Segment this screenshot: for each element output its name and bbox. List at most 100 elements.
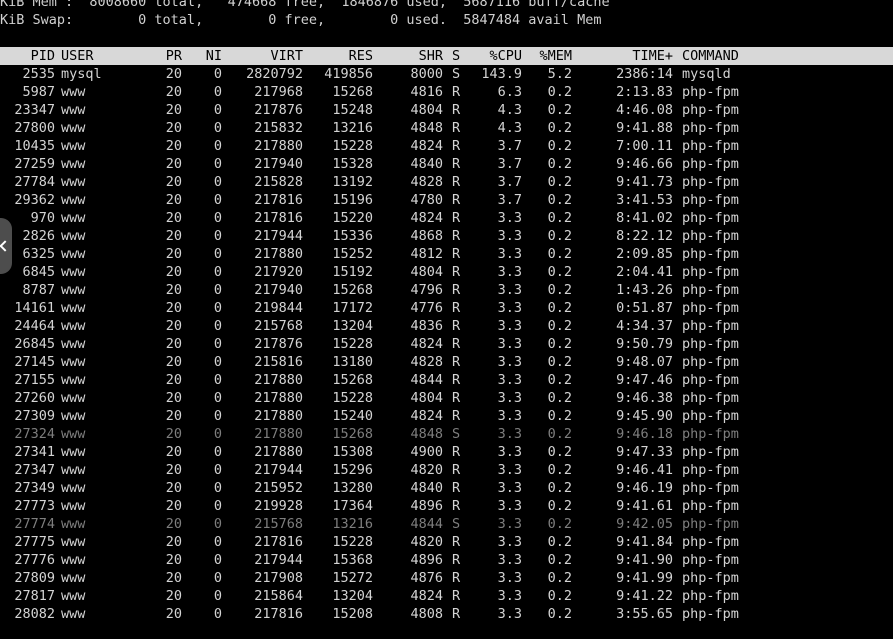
cell-shr: 8000 (410, 66, 443, 82)
cell-command: php-fpm (682, 282, 739, 298)
cell-command: mysqld (682, 66, 731, 82)
cell-cpu: 3.3 (497, 372, 522, 388)
process-row: 23347 www 20 0 217876 15248 4804 R 4.3 0.2 4:46.08… (0, 101, 893, 119)
chevron-left-icon[interactable] (0, 218, 12, 274)
cell-ni: 0 (213, 552, 222, 568)
cell-ni: 0 (213, 228, 222, 244)
cell-time: 9:47.46 (616, 372, 673, 388)
cell-state: R (452, 588, 461, 604)
cell-pr: 20 (165, 228, 182, 244)
cell-pr: 20 (165, 462, 182, 478)
cell-user: www (61, 102, 86, 118)
cell-mem: 0.2 (547, 210, 572, 226)
cell-mem: 0.2 (547, 264, 572, 280)
cell-ni: 0 (213, 444, 222, 460)
cell-mem: 0.2 (547, 552, 572, 568)
cell-cpu: 3.3 (497, 588, 522, 604)
cell-cpu: 3.3 (497, 426, 522, 442)
cell-cpu: 3.3 (497, 210, 522, 226)
cell-user: www (61, 354, 86, 370)
cell-cpu: 3.7 (497, 138, 522, 154)
cell-pid: 23347 (14, 102, 55, 118)
cell-cpu: 3.3 (497, 462, 522, 478)
cell-shr: 4848 (410, 426, 443, 442)
col-header-res: RES (348, 48, 373, 64)
cell-user: www (61, 480, 86, 496)
cell-res: 13192 (332, 174, 373, 190)
col-header-cpu: %CPU (489, 48, 522, 64)
cell-command: php-fpm (682, 498, 739, 514)
cell-res: 17172 (332, 300, 373, 316)
cell-ni: 0 (213, 588, 222, 604)
cell-virt: 217876 (254, 102, 303, 118)
cell-cpu: 3.3 (497, 498, 522, 514)
process-table-body: 2535 mysql 20 0 2820792 419856 8000 S 143.9 5.2 23… (0, 65, 893, 623)
cell-pid: 8787 (22, 282, 55, 298)
cell-shr: 4900 (410, 444, 443, 460)
cell-mem: 0.2 (547, 534, 572, 550)
cell-pid: 2826 (22, 228, 55, 244)
cell-command: php-fpm (682, 228, 739, 244)
process-row: 27155 www 20 0 217880 15268 4844 R 3.3 0.2 9:47.46… (0, 371, 893, 389)
cell-user: www (61, 606, 86, 622)
cell-virt: 217968 (254, 84, 303, 100)
cell-user: www (61, 210, 86, 226)
cell-ni: 0 (213, 66, 222, 82)
cell-time: 9:46.38 (616, 390, 673, 406)
cell-ni: 0 (213, 354, 222, 370)
cell-cpu: 4.3 (497, 120, 522, 136)
cell-command: php-fpm (682, 192, 739, 208)
process-row: 970 www 20 0 217816 15220 4824 R 3.3 0.2 8:41.02 ph… (0, 209, 893, 227)
cell-time: 9:46.41 (616, 462, 673, 478)
cell-cpu: 6.3 (497, 84, 522, 100)
cell-command: php-fpm (682, 84, 739, 100)
cell-ni: 0 (213, 480, 222, 496)
cell-pid: 6325 (22, 246, 55, 262)
cell-cpu: 3.3 (497, 516, 522, 532)
cell-pr: 20 (165, 84, 182, 100)
cell-mem: 5.2 (547, 66, 572, 82)
cell-cpu: 3.3 (497, 300, 522, 316)
terminal-window[interactable]: KiB Mem : 8008660 total, 474668 free, 18… (0, 0, 893, 623)
cell-pr: 20 (165, 390, 182, 406)
cell-command: php-fpm (682, 264, 739, 280)
cell-cpu: 143.9 (481, 66, 522, 82)
cell-pr: 20 (165, 192, 182, 208)
cell-ni: 0 (213, 210, 222, 226)
cell-state: S (452, 66, 461, 82)
cell-ni: 0 (213, 264, 222, 280)
cell-cpu: 3.3 (497, 480, 522, 496)
cell-pid: 28082 (14, 606, 55, 622)
cell-user: www (61, 156, 86, 172)
cell-virt: 217816 (254, 210, 303, 226)
cell-mem: 0.2 (547, 228, 572, 244)
cell-pid: 14161 (14, 300, 55, 316)
cell-virt: 217880 (254, 138, 303, 154)
cell-pr: 20 (165, 264, 182, 280)
cell-time: 9:41.99 (616, 570, 673, 586)
cell-res: 15296 (332, 462, 373, 478)
cell-mem: 0.2 (547, 138, 572, 154)
cell-res: 15336 (332, 228, 373, 244)
cell-pr: 20 (165, 588, 182, 604)
cell-mem: 0.2 (547, 480, 572, 496)
cell-shr: 4824 (410, 210, 443, 226)
col-header-state: S (452, 48, 461, 64)
process-row: 27349 www 20 0 215952 13280 4840 R 3.3 0.2 9:46.19… (0, 479, 893, 497)
cell-mem: 0.2 (547, 174, 572, 190)
cell-time: 9:45.90 (616, 408, 673, 424)
process-row: 24464 www 20 0 215768 13204 4836 R 3.3 0.2 4:34.37… (0, 317, 893, 335)
cell-cpu: 3.3 (497, 282, 522, 298)
cell-pr: 20 (165, 120, 182, 136)
cell-res: 15368 (332, 552, 373, 568)
cell-res: 15268 (332, 282, 373, 298)
cell-command: php-fpm (682, 156, 739, 172)
cell-pid: 27773 (14, 498, 55, 514)
cell-mem: 0.2 (547, 300, 572, 316)
cell-shr: 4840 (410, 156, 443, 172)
cell-time: 9:46.18 (616, 426, 673, 442)
cell-cpu: 3.7 (497, 174, 522, 190)
cell-ni: 0 (213, 174, 222, 190)
cell-pr: 20 (165, 174, 182, 190)
cell-user: www (61, 534, 86, 550)
